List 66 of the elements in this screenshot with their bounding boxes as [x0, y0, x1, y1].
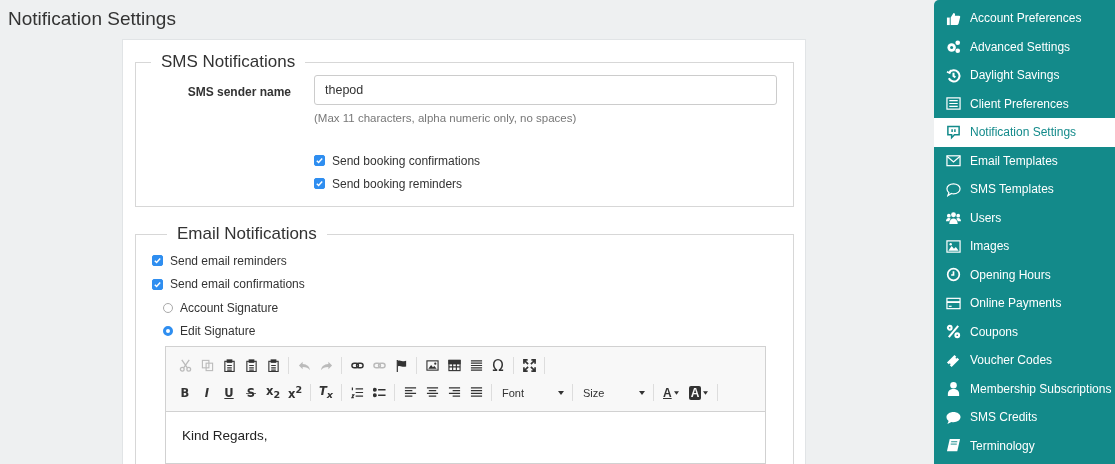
caret-icon — [558, 390, 564, 395]
dropdown[interactable]: Size — [577, 381, 649, 404]
radio-button[interactable] — [163, 326, 173, 336]
dropdown[interactable]: Font — [496, 381, 568, 404]
checkbox-label: Send email confirmations — [170, 277, 305, 291]
sidebar-item[interactable]: Membership Subscriptions — [934, 374, 1115, 403]
sender-name-field[interactable]: thepod — [314, 75, 777, 105]
format-button[interactable]: B — [174, 381, 196, 404]
format-button[interactable]: U — [218, 381, 240, 404]
sidebar-item[interactable]: Coupons — [934, 317, 1115, 346]
sidebar-item[interactable]: Client Preferences — [934, 89, 1115, 118]
checkbox[interactable] — [314, 155, 325, 166]
sidebar-item[interactable]: Terminology — [934, 431, 1115, 460]
sidebar-item[interactable]: Voucher Codes — [934, 346, 1115, 375]
checkbox-label: Send email reminders — [170, 253, 287, 268]
list-icon — [946, 96, 961, 112]
checkbox-label: Send booking confirmations — [332, 153, 481, 168]
page-title: Notification Settings — [8, 8, 177, 30]
sidebar-item[interactable]: Images — [934, 232, 1115, 261]
user-icon — [946, 381, 961, 397]
users-icon — [946, 210, 961, 226]
speech-bubble-icon — [946, 181, 961, 197]
section-title: Email Notifications — [176, 224, 318, 244]
radio-label: Edit Signature — [180, 324, 256, 338]
sidebar-item[interactable]: Account Preferences — [934, 4, 1115, 33]
caret-icon — [703, 390, 709, 395]
caret-icon — [639, 390, 645, 395]
editor-text: Kind Regards, — [182, 428, 269, 443]
credit-card-icon — [946, 295, 961, 311]
checkbox[interactable] — [314, 178, 325, 189]
sidebar-item[interactable]: Online Payments — [934, 289, 1115, 318]
speech-bubble-icon — [946, 409, 961, 425]
book-icon — [946, 438, 961, 454]
sidebar-item[interactable]: SMS Templates — [934, 175, 1115, 204]
caret-icon — [673, 390, 679, 395]
sidebar-item[interactable]: Users — [934, 203, 1115, 232]
checkbox-label: Send booking reminders — [332, 176, 463, 191]
clock-icon — [946, 267, 961, 283]
format-button[interactable]: I — [196, 381, 218, 404]
field-label: SMS sender name — [186, 84, 291, 101]
format-button[interactable]: Ω — [487, 354, 509, 377]
envelope-icon — [946, 153, 961, 169]
checkbox[interactable] — [152, 255, 163, 266]
image-icon — [946, 238, 961, 254]
radio-button[interactable] — [163, 302, 173, 313]
history-icon — [946, 67, 961, 83]
color-button[interactable]: A — [658, 381, 684, 404]
ticket-icon — [946, 352, 961, 368]
radio-label: Account Signature — [180, 300, 279, 315]
thumbs-up-icon — [946, 10, 961, 26]
sidebar-item[interactable]: Notification Settings — [934, 118, 1115, 147]
format-button[interactable]: x$^{2}$ — [284, 381, 306, 404]
percent-icon — [946, 324, 961, 340]
format-button[interactable]: x$_{2}$ — [262, 381, 284, 404]
checkbox[interactable] — [152, 278, 163, 290]
format-button[interactable]: T$_{x}$ — [315, 381, 337, 404]
color-button[interactable]: A — [683, 381, 714, 404]
sidebar-item[interactable]: Opening Hours — [934, 260, 1115, 289]
chat-icon — [946, 124, 961, 140]
help-text: (Max 11 characters, alpha numeric only, no spaces) — [314, 112, 577, 124]
sidebar-item[interactable]: Advanced Settings — [934, 32, 1115, 61]
gears-icon — [946, 39, 961, 55]
sidebar-item[interactable]: Email Templates — [934, 146, 1115, 175]
sidebar-item[interactable]: SMS Credits — [934, 403, 1115, 432]
sidebar-item[interactable]: Daylight Savings — [934, 61, 1115, 90]
section-title: SMS Notifications — [160, 52, 297, 72]
